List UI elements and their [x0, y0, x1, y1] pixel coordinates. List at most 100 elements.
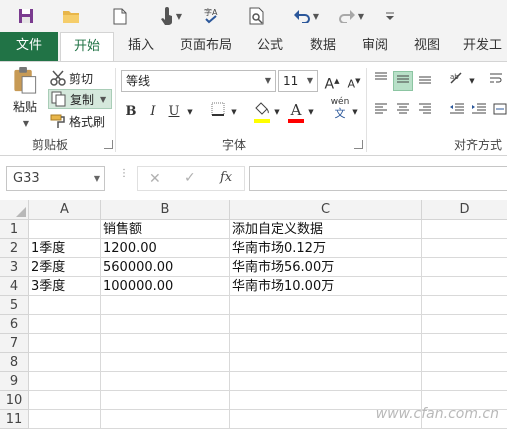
spelling-icon[interactable]: 字A [200, 5, 224, 27]
cell[interactable] [101, 296, 230, 315]
paste-dropdown-icon[interactable]: ▼ [23, 119, 29, 128]
cell[interactable] [230, 296, 422, 315]
touch-mode-icon[interactable]: ▼ [154, 5, 188, 27]
cell[interactable] [101, 372, 230, 391]
cell[interactable] [230, 372, 422, 391]
wrap-text-button[interactable] [486, 71, 506, 91]
cell[interactable] [101, 410, 230, 429]
align-top-button[interactable] [371, 71, 391, 91]
select-all-button[interactable] [0, 200, 29, 220]
cell[interactable] [29, 334, 101, 353]
cell[interactable] [422, 334, 507, 353]
cancel-icon[interactable]: ✕ [149, 171, 161, 187]
tab-insert[interactable]: 插入 [118, 32, 164, 61]
font-dialog-launcher[interactable] [354, 140, 363, 149]
cell[interactable]: 华南市场0.12万 [230, 239, 422, 258]
merge-center-button[interactable] [490, 102, 507, 122]
bold-button[interactable]: B [121, 102, 141, 122]
cell[interactable] [29, 220, 101, 239]
cell[interactable]: 100000.00 [101, 277, 230, 296]
cell[interactable]: 2季度 [29, 258, 101, 277]
cell[interactable] [101, 391, 230, 410]
cell[interactable] [422, 220, 507, 239]
paste-button[interactable]: 粘贴 ▼ [8, 66, 42, 128]
cell[interactable] [422, 296, 507, 315]
cell[interactable] [101, 334, 230, 353]
row-header[interactable]: 10 [0, 391, 29, 410]
row-header[interactable]: 5 [0, 296, 29, 315]
borders-button[interactable] [208, 102, 228, 122]
cell[interactable] [29, 296, 101, 315]
cell[interactable] [101, 353, 230, 372]
cell[interactable]: 3季度 [29, 277, 101, 296]
cell[interactable] [422, 315, 507, 334]
undo-icon[interactable]: ▼ [288, 5, 324, 27]
align-bottom-button[interactable] [415, 71, 435, 91]
tab-developer[interactable]: 开发工 [458, 32, 507, 61]
align-middle-button[interactable] [393, 71, 413, 91]
formula-input[interactable] [249, 166, 507, 191]
column-header[interactable]: B [101, 200, 230, 220]
row-header[interactable]: 3 [0, 258, 29, 277]
tab-review[interactable]: 审阅 [352, 32, 398, 61]
column-header[interactable]: C [230, 200, 422, 220]
column-header[interactable]: D [422, 200, 507, 220]
cell[interactable]: 销售额 [101, 220, 230, 239]
cell[interactable] [29, 315, 101, 334]
phonetic-dropdown-icon[interactable]: ▼ [350, 102, 360, 122]
orientation-dropdown-icon[interactable]: ▼ [467, 71, 477, 91]
underline-button[interactable]: U [164, 102, 184, 122]
cell[interactable] [230, 315, 422, 334]
align-center-button[interactable] [393, 102, 413, 122]
cell[interactable] [101, 315, 230, 334]
open-folder-icon[interactable] [58, 5, 84, 27]
italic-button[interactable]: I [143, 102, 163, 122]
redo-icon[interactable]: ▼ [334, 5, 368, 27]
tab-data[interactable]: 数据 [300, 32, 346, 61]
cell[interactable] [29, 391, 101, 410]
row-header[interactable]: 8 [0, 353, 29, 372]
tab-view[interactable]: 视图 [404, 32, 450, 61]
enter-icon[interactable]: ✓ [184, 170, 196, 186]
grow-font-button[interactable]: A▲ [322, 71, 342, 93]
new-file-icon[interactable] [108, 5, 132, 27]
customize-icon[interactable] [382, 5, 398, 27]
tab-file[interactable]: 文件 [0, 32, 58, 61]
formula-bar-grip-icon[interactable]: ⋮ [119, 169, 129, 185]
save-icon[interactable] [14, 5, 38, 27]
cell[interactable] [29, 372, 101, 391]
font-color-button[interactable]: A [286, 100, 306, 124]
row-header[interactable]: 6 [0, 315, 29, 334]
cut-button[interactable]: 剪切 [50, 68, 93, 88]
borders-dropdown-icon[interactable]: ▼ [228, 102, 240, 122]
column-header[interactable]: A [29, 200, 101, 220]
name-box[interactable]: G33 ▼ [6, 166, 105, 191]
tab-formulas[interactable]: 公式 [248, 32, 292, 61]
cell[interactable] [230, 353, 422, 372]
row-header[interactable]: 9 [0, 372, 29, 391]
cell[interactable]: 560000.00 [101, 258, 230, 277]
underline-dropdown-icon[interactable]: ▼ [184, 102, 196, 122]
shrink-font-button[interactable]: A▼ [344, 71, 364, 91]
cell[interactable] [422, 258, 507, 277]
font-size-select[interactable]: 11 ▼ [278, 70, 318, 92]
cell[interactable]: 1200.00 [101, 239, 230, 258]
increase-indent-button[interactable] [469, 102, 489, 122]
cell[interactable]: 1季度 [29, 239, 101, 258]
phonetic-guide-button[interactable]: wén 文 [328, 96, 352, 126]
row-header[interactable]: 4 [0, 277, 29, 296]
align-right-button[interactable] [415, 102, 435, 122]
cell[interactable] [422, 239, 507, 258]
copy-button[interactable]: 复制 ▼ [48, 89, 112, 109]
orientation-button[interactable]: ab [447, 71, 467, 91]
cell[interactable] [422, 372, 507, 391]
decrease-indent-button[interactable] [447, 102, 467, 122]
insert-function-icon[interactable]: fx [220, 170, 232, 185]
fill-color-dropdown-icon[interactable]: ▼ [271, 102, 283, 122]
cell[interactable]: 添加自定义数据 [230, 220, 422, 239]
row-header[interactable]: 7 [0, 334, 29, 353]
clipboard-dialog-launcher[interactable] [104, 140, 113, 149]
font-name-select[interactable]: 等线 ▼ [121, 70, 276, 92]
font-color-dropdown-icon[interactable]: ▼ [305, 102, 317, 122]
cell[interactable]: 华南市场10.00万 [230, 277, 422, 296]
